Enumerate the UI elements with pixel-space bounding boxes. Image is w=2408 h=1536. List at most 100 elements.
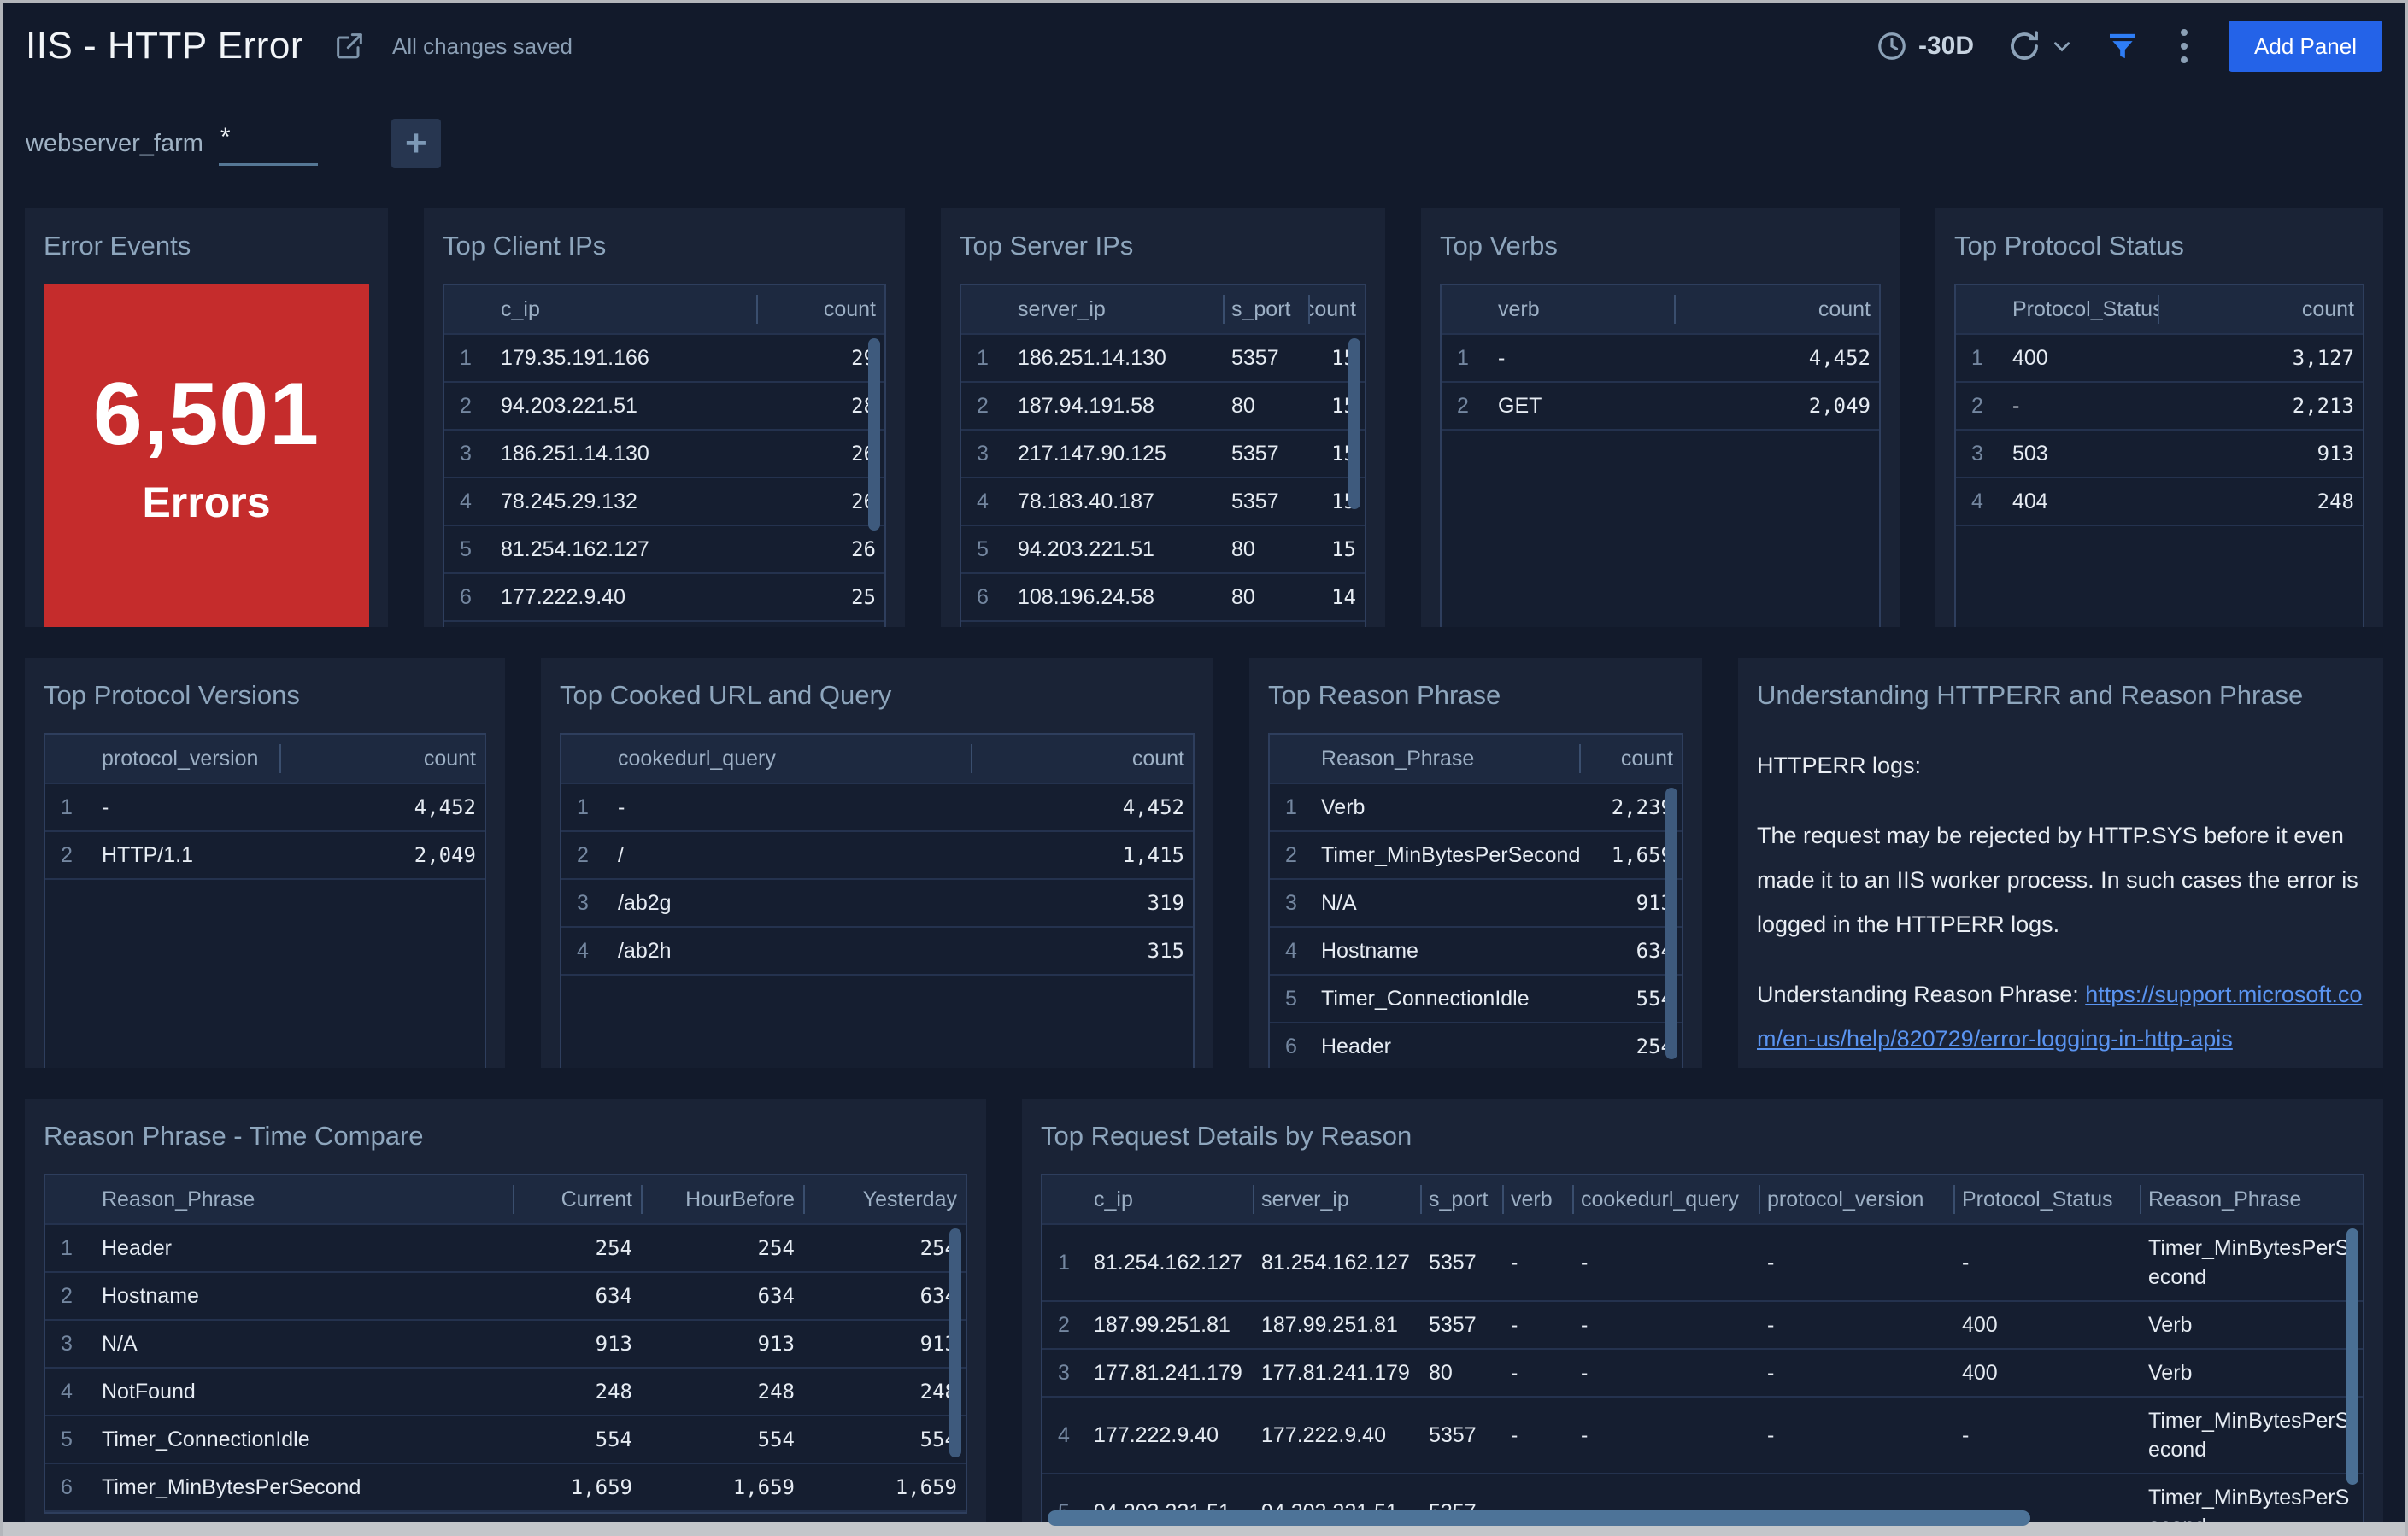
table-header-row: Reason_Phrase Current HourBefore Yesterday: [45, 1175, 966, 1225]
table-row: 4 78.183.40.187 5357 15: [961, 478, 1365, 526]
table-row: 5 94.203.221.51 80 15: [961, 526, 1365, 574]
table-cell: -: [618, 795, 625, 819]
row-index-header: [45, 735, 93, 783]
vertical-scrollbar[interactable]: [2346, 1228, 2358, 1485]
column-header: c_ip: [1094, 1187, 1133, 1211]
column-header: verb: [1498, 297, 1540, 321]
horizontal-scrollbar[interactable]: [1048, 1510, 2030, 1526]
row-index: 6: [460, 585, 472, 609]
add-filter-button[interactable]: +: [391, 119, 441, 168]
table-cell: -: [1498, 346, 1506, 370]
table-cell: 5357: [1429, 1313, 1477, 1337]
vertical-scrollbar[interactable]: [1348, 338, 1360, 509]
table-cell: 400: [1962, 1313, 1998, 1337]
table-cell: 4,452: [414, 795, 476, 819]
panel-title: Error Events: [44, 231, 191, 261]
table-header-row: Reason_Phrase count: [1270, 735, 1682, 784]
panel-time-compare: Reason Phrase - Time Compare Reason_Phra…: [25, 1099, 986, 1530]
column-header: s_port: [1420, 1175, 1502, 1223]
row-index: 1: [977, 346, 989, 370]
row-index: 3: [1285, 891, 1297, 915]
vertical-scrollbar[interactable]: [949, 1228, 961, 1457]
table-row: 2 187.99.251.81 187.99.251.81 5357 - - - 400 Ver…: [1042, 1302, 2363, 1350]
table-cell: 4,452: [1808, 346, 1871, 370]
table-cell: -: [1767, 1361, 1775, 1385]
table-row: 4 NotFound 248 248 248: [45, 1369, 966, 1416]
table-cell: Verb: [2148, 1361, 2193, 1385]
table-cell: 177.222.9.40: [501, 585, 625, 609]
row-index: 3: [577, 891, 589, 915]
error-count-tile: 6,501 Errors: [44, 284, 369, 627]
panel-top-client-ips: Top Client IPs c_ip count 1 179.35.191.166 2…: [424, 208, 905, 627]
row-index: 2: [61, 843, 73, 867]
share-icon[interactable]: [332, 29, 367, 63]
vertical-scrollbar[interactable]: [1665, 788, 1677, 1059]
table-cell: -: [1511, 1251, 1518, 1275]
time-range-selector[interactable]: -30D: [1876, 30, 1974, 62]
column-header: c_ip: [501, 297, 540, 321]
row-index: 2: [977, 394, 989, 418]
clock-icon: [1876, 30, 1908, 62]
table-cell: 248: [595, 1380, 632, 1404]
row-index: 5: [460, 537, 472, 561]
table-row: 3/ab2g 319: [561, 880, 1193, 928]
info-link-label: Understanding Reason Phrase:: [1757, 982, 2086, 1007]
table-cell: -: [1767, 1251, 1775, 1275]
table-cell: 248: [919, 1380, 957, 1404]
filter-value-input[interactable]: *: [218, 121, 318, 166]
table-header-row: verb count: [1442, 285, 1879, 335]
row-index: 3: [1058, 1361, 1070, 1385]
row-index: 5: [61, 1428, 73, 1451]
refresh-control[interactable]: [2006, 28, 2073, 64]
info-text-description: The request may be rejected by HTTP.SYS …: [1757, 823, 2358, 937]
filter-icon[interactable]: [2106, 29, 2140, 63]
column-header: count: [756, 285, 884, 333]
row-index: 1: [1971, 346, 1983, 370]
table-cell: 5357: [1429, 1251, 1477, 1275]
table-cell: Timer_MinBytesPerSecond: [1321, 843, 1579, 867]
table-row: 4 Hostname 634: [1270, 928, 1682, 976]
table-cell: 1,659: [895, 1475, 957, 1499]
table-cell: -: [1581, 1313, 1589, 1337]
row-index: 3: [1971, 442, 1983, 466]
table-cell: 2,239: [641, 1512, 803, 1514]
table-cell: 1,415: [1122, 843, 1184, 867]
filter-value: *: [220, 123, 231, 151]
table-row: 3 N/A 913 913 913: [45, 1321, 966, 1369]
table-cell: Verb: [1321, 795, 1366, 819]
column-header: Protocol_Status: [2012, 297, 2158, 321]
table-cell: -: [1767, 1313, 1775, 1337]
table-header-row: Protocol_Status count: [1956, 285, 2363, 335]
row-index: 3: [61, 1332, 73, 1356]
kebab-menu-icon[interactable]: [2172, 24, 2196, 68]
table-cell: 2,049: [414, 843, 476, 867]
error-count-unit: Errors: [142, 478, 271, 526]
table-cell: Verb: [93, 1512, 513, 1514]
table-cell: -: [1962, 1423, 1970, 1447]
add-panel-button[interactable]: Add Panel: [2229, 21, 2382, 72]
table-cell: 15: [1331, 537, 1356, 561]
table-cell: 254: [757, 1236, 795, 1260]
table-cell: /ab2h: [618, 939, 672, 963]
row-index-header: [1042, 1175, 1085, 1223]
column-header: count: [279, 735, 485, 783]
table-row: 1 186.251.14.130 5357 15: [961, 335, 1365, 383]
table-cell: 14: [1331, 585, 1356, 609]
panel-top-cooked-url: Top Cooked URL and Query cookedurl_query…: [541, 658, 1213, 1068]
time-range-label: -30D: [1918, 32, 1975, 60]
table-cell: 217.147.90.125: [1018, 442, 1166, 466]
table-cell: NotFound: [102, 1380, 196, 1404]
table-cell: 80: [1231, 585, 1255, 609]
table-cell: 177.81.241.179: [1094, 1361, 1242, 1385]
table-cell: 78.245.29.132: [501, 490, 637, 513]
panel-error-events: Error Events 6,501 Errors: [25, 208, 388, 627]
vertical-scrollbar[interactable]: [868, 338, 880, 531]
table-cell: 554: [919, 1428, 957, 1451]
table-row: 3 503 913: [1956, 431, 2363, 478]
table-cell: Hostname: [102, 1284, 199, 1308]
table-header-row: cookedurl_query count: [561, 735, 1193, 784]
filter-bar: webserver_farm * +: [3, 89, 2405, 198]
table-row: 2 GET 2,049: [1442, 383, 1879, 431]
row-index: 7: [45, 1512, 93, 1514]
table-row: 3 217.147.90.125 5357 15: [961, 431, 1365, 478]
